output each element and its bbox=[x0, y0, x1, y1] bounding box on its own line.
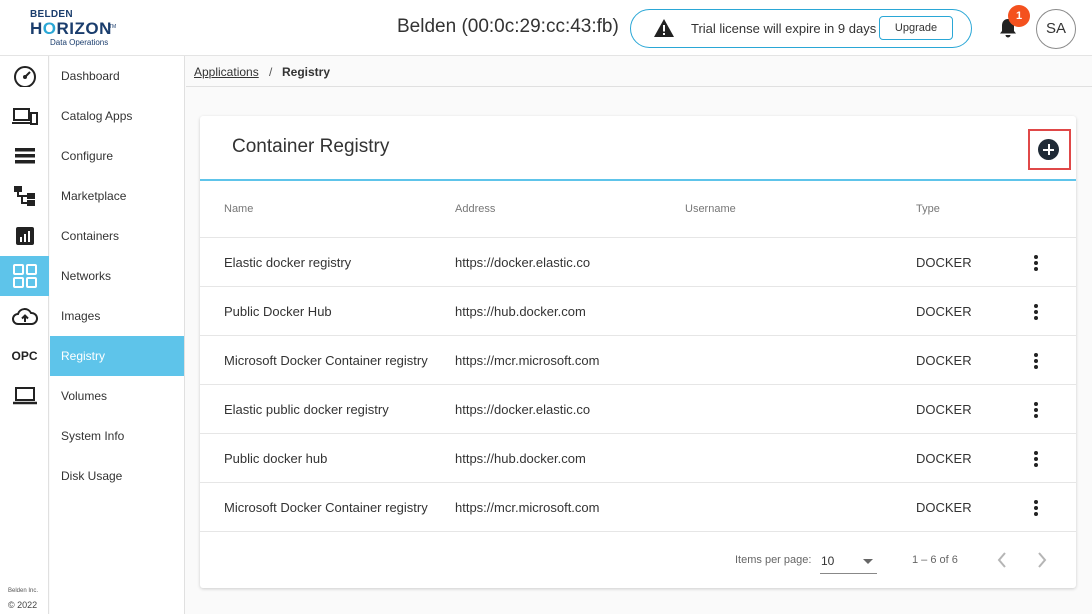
rail-cloud[interactable] bbox=[0, 296, 49, 336]
column-header-username[interactable]: Username bbox=[685, 203, 736, 215]
cell-address: https://hub.docker.com bbox=[455, 304, 586, 319]
cell-name: Elastic public docker registry bbox=[224, 402, 389, 417]
sidebar-nav: Dashboard Catalog Apps Configure Marketp… bbox=[50, 56, 185, 614]
cell-address: https://mcr.microsoft.com bbox=[455, 353, 600, 368]
items-per-page-select[interactable]: 10 bbox=[820, 552, 877, 574]
logo-trademark: TM bbox=[109, 24, 117, 30]
registry-card: Container Registry Name Address Username… bbox=[200, 116, 1076, 588]
cell-type: DOCKER bbox=[916, 451, 972, 466]
paginator-divider bbox=[200, 531, 1076, 532]
cell-name: Public docker hub bbox=[224, 451, 328, 466]
page-range-label: 1 – 6 of 6 bbox=[912, 554, 958, 566]
sidebar-item-disk-usage[interactable]: Disk Usage bbox=[50, 456, 184, 496]
add-registry-button[interactable] bbox=[1038, 139, 1059, 160]
logo-product: HORIZON bbox=[30, 19, 112, 38]
add-highlight-frame bbox=[1028, 129, 1071, 170]
more-vert-icon[interactable] bbox=[1029, 352, 1041, 370]
sidebar-item-catalog-apps[interactable]: Catalog Apps bbox=[50, 96, 184, 136]
items-per-page-label: Items per page: bbox=[735, 554, 812, 566]
cell-type: DOCKER bbox=[916, 304, 972, 319]
footer-copyright: © 2022 bbox=[8, 600, 38, 610]
rail-laptop[interactable] bbox=[0, 376, 49, 416]
gauge-icon bbox=[13, 66, 36, 87]
cell-name: Public Docker Hub bbox=[224, 304, 332, 319]
cell-type: DOCKER bbox=[916, 353, 972, 368]
rail-catalog-apps[interactable] bbox=[0, 96, 49, 136]
sidebar-item-volumes[interactable]: Volumes bbox=[50, 376, 184, 416]
sidebar-item-marketplace[interactable]: Marketplace bbox=[50, 176, 184, 216]
rail-configure[interactable] bbox=[0, 136, 49, 176]
footer-company: Belden Inc. bbox=[8, 588, 39, 594]
breadcrumb-applications-link[interactable]: Applications bbox=[194, 65, 259, 79]
sidebar-item-registry[interactable]: Registry bbox=[50, 336, 184, 376]
apps-grid-icon bbox=[12, 264, 37, 288]
cell-name: Elastic docker registry bbox=[224, 255, 352, 270]
list-icon bbox=[14, 148, 35, 164]
items-per-page-value: 10 bbox=[821, 554, 835, 568]
sidebar-item-images[interactable]: Images bbox=[50, 296, 184, 336]
rail-marketplace[interactable] bbox=[0, 176, 49, 216]
more-vert-icon[interactable] bbox=[1029, 450, 1041, 468]
title-divider bbox=[200, 179, 1076, 181]
rail-dashboard[interactable] bbox=[0, 56, 49, 96]
page-title: Container Registry bbox=[232, 136, 390, 157]
cell-address: https://docker.elastic.co bbox=[455, 255, 591, 270]
sidebar-item-system-info[interactable]: System Info bbox=[50, 416, 184, 456]
hierarchy-icon bbox=[13, 186, 35, 206]
license-banner: Trial license will expire in 9 days Upgr… bbox=[630, 9, 972, 48]
chart-icon bbox=[15, 227, 34, 245]
rail-containers[interactable] bbox=[0, 216, 49, 256]
table-row[interactable]: Microsoft Docker Container registry http… bbox=[200, 482, 1076, 531]
upgrade-button[interactable]: Upgrade bbox=[879, 16, 953, 40]
chevron-right-icon[interactable] bbox=[1031, 548, 1053, 572]
cloud-upload-icon bbox=[11, 308, 38, 325]
devices-icon bbox=[11, 108, 38, 125]
more-vert-icon[interactable] bbox=[1029, 254, 1041, 272]
icon-rail: OPC Belden Inc. © 2022 bbox=[0, 56, 49, 614]
cell-address: https://mcr.microsoft.com bbox=[455, 500, 600, 515]
laptop-icon bbox=[12, 387, 37, 405]
belden-horizon-logo[interactable]: BELDEN HORIZON TM Data Operations bbox=[30, 9, 120, 49]
cell-address: https://hub.docker.com bbox=[455, 451, 586, 466]
license-text: Trial license will expire in 9 days bbox=[691, 21, 877, 36]
chevron-left-icon[interactable] bbox=[991, 548, 1013, 572]
column-header-name[interactable]: Name bbox=[224, 203, 253, 215]
logo-subtitle: Data Operations bbox=[50, 38, 109, 47]
cell-type: DOCKER bbox=[916, 402, 972, 417]
opc-icon: OPC bbox=[11, 349, 38, 363]
sidebar-item-configure[interactable]: Configure bbox=[50, 136, 184, 176]
rail-apps[interactable] bbox=[0, 256, 49, 296]
cell-type: DOCKER bbox=[916, 500, 972, 515]
device-title: Belden (00:0c:29:cc:43:fb) bbox=[397, 16, 619, 37]
table-row[interactable]: Public Docker Hub https://hub.docker.com… bbox=[200, 286, 1076, 335]
cell-address: https://docker.elastic.co bbox=[455, 402, 591, 417]
table-row[interactable]: Elastic public docker registry https://d… bbox=[200, 384, 1076, 433]
cell-name: Microsoft Docker Container registry bbox=[224, 353, 428, 368]
table-row[interactable]: Public docker hub https://hub.docker.com… bbox=[200, 433, 1076, 482]
more-vert-icon[interactable] bbox=[1029, 499, 1041, 517]
column-header-address[interactable]: Address bbox=[455, 203, 495, 215]
column-header-type[interactable]: Type bbox=[916, 203, 940, 215]
caret-down-icon bbox=[863, 559, 873, 564]
app-header: BELDEN HORIZON TM Data Operations Belden… bbox=[0, 0, 1092, 56]
notification-badge: 1 bbox=[1008, 5, 1030, 27]
breadcrumb: Applications / Registry bbox=[186, 57, 1092, 87]
sidebar-item-containers[interactable]: Containers bbox=[50, 216, 184, 256]
cell-name: Microsoft Docker Container registry bbox=[224, 500, 428, 515]
breadcrumb-current: Registry bbox=[282, 65, 331, 79]
table-row[interactable]: Elastic docker registry https://docker.e… bbox=[200, 237, 1076, 286]
sidebar-item-networks[interactable]: Networks bbox=[50, 256, 184, 296]
table-row[interactable]: Microsoft Docker Container registry http… bbox=[200, 335, 1076, 384]
cell-type: DOCKER bbox=[916, 255, 972, 270]
warning-icon bbox=[654, 19, 674, 37]
more-vert-icon[interactable] bbox=[1029, 401, 1041, 419]
rail-opc[interactable]: OPC bbox=[0, 336, 49, 376]
breadcrumb-separator: / bbox=[269, 65, 273, 79]
avatar[interactable]: SA bbox=[1036, 9, 1076, 49]
more-vert-icon[interactable] bbox=[1029, 303, 1041, 321]
sidebar-item-dashboard[interactable]: Dashboard bbox=[50, 56, 184, 96]
